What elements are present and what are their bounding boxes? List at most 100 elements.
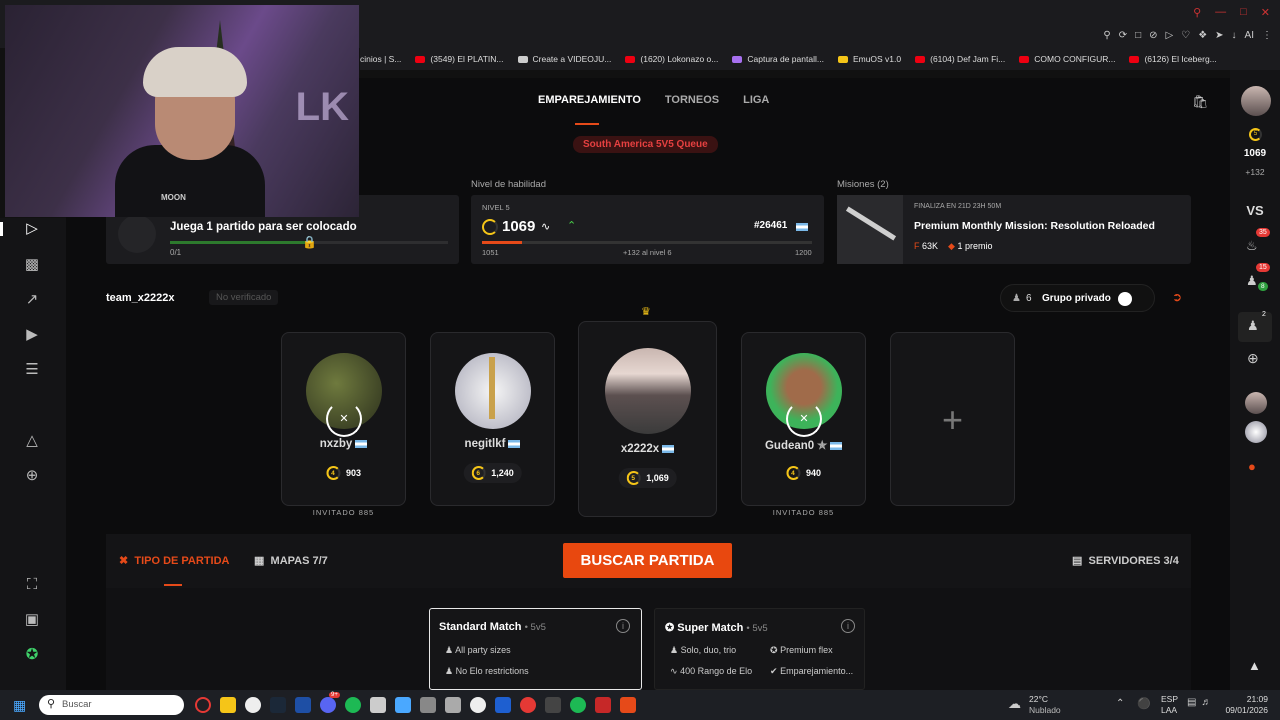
remove-icon[interactable]: ✕ [326,401,362,437]
folder-icon[interactable] [220,697,236,713]
game-icon[interactable] [420,697,436,713]
invite-slot[interactable]: + [890,332,1015,506]
app-icon[interactable] [595,697,611,713]
clock-time[interactable]: 21:09 [1222,694,1268,704]
tabs-icon[interactable]: □ [1135,30,1141,41]
mission-card[interactable]: FINALIZA EN 21D 23H 50M Premium Monthly … [837,195,1191,264]
bookmark[interactable]: Captura de pantall... [732,54,824,64]
video-icon[interactable]: ▶ [22,325,42,345]
menu-icon[interactable]: ⋮ [1262,30,1272,41]
bookmark[interactable]: COMO CONFIGUR... [1019,54,1115,64]
team-name[interactable]: team_x2222x [106,292,175,304]
flag-icon [796,223,808,231]
remove-icon[interactable]: ✕ [786,401,822,437]
windows-start-icon[interactable]: ▦ [13,697,26,714]
player-card[interactable]: negitlkf 6 1,240 [430,332,555,506]
servers-button[interactable]: ▤ SERVIDORES 3/4 [1072,554,1179,567]
bell-icon[interactable]: ♨ [1246,238,1258,254]
obs-icon[interactable] [370,697,386,713]
notes-icon[interactable] [395,697,411,713]
bookmark[interactable]: cinios | S... [360,54,401,64]
bookmark[interactable]: (1620) Lokonazo o... [625,54,718,64]
app-icon[interactable] [520,697,536,713]
super-match-card[interactable]: ✪ Super Match • 5v5 i ♟ Solo, duo, trio … [654,608,865,690]
minimize-icon[interactable]: — [1215,6,1226,19]
play-icon[interactable]: ▷ [1166,30,1174,41]
friend-avatar[interactable] [1245,421,1267,443]
ai-button[interactable]: AI [1245,30,1254,41]
store-icon[interactable]: 🛍 [1192,94,1209,110]
block-icon[interactable]: ⊘ [1149,30,1157,41]
info-icon[interactable]: i [616,619,630,633]
volume-icon[interactable]: ♬ [1201,697,1211,708]
download-icon[interactable]: ↓ [1232,30,1237,41]
chrome-icon[interactable] [245,697,261,713]
search-match-button[interactable]: BUSCAR PARTIDA [563,543,732,578]
bookmark[interactable]: (6104) Def Jam Fi... [915,54,1005,64]
bookmark[interactable]: (6126) El Iceberg... [1129,54,1217,64]
tab-liga[interactable]: LIGA [743,94,769,106]
player-card[interactable]: ✕ nxzby 4 903 [281,332,406,506]
chart-icon[interactable]: ↗ [22,290,42,310]
left-sidebar: ▷ ▩ ↗ ▶ ☰ △ ⊕ ⛶ ▣ ✪ [0,218,66,690]
add-friend-icon[interactable]: ⊕ [1247,350,1259,367]
weather-desc[interactable]: Nublado [1029,705,1061,715]
briefcase-icon[interactable]: ▣ [22,610,42,630]
taskbar-search[interactable]: ⚲ Buscar [39,695,184,715]
language-secondary[interactable]: LAA [1161,705,1177,715]
private-group-toggle[interactable]: ♟ 6 Grupo privado [1000,284,1155,312]
clock-date[interactable]: 09/01/2026 [1222,705,1268,715]
app-icon[interactable] [545,697,561,713]
tab-maps[interactable]: ▦ MAPAS 7/7 [254,554,328,567]
vs-button[interactable]: VS [1230,203,1280,218]
faceit-icon[interactable] [620,697,636,713]
bookmark[interactable]: EmuOS v1.0 [837,54,901,64]
weather-temp[interactable]: 22°C [1029,694,1048,704]
stats-icon[interactable]: ▩ [22,255,42,275]
headset-icon[interactable]: ● [1248,459,1256,474]
spotify-icon[interactable] [570,697,586,713]
app-icon[interactable] [470,697,486,713]
search-icon[interactable]: ⚲ [1193,6,1201,19]
leave-icon[interactable]: ➲ [1172,290,1182,304]
standard-match-card[interactable]: Standard Match • 5v5 i ♟ All party sizes… [429,608,642,690]
friends-icon[interactable]: ♟ [1246,273,1258,289]
premium-icon[interactable]: ✪ [22,645,42,665]
spotify-icon[interactable] [345,697,361,713]
refresh-icon[interactable]: ⟳ [1119,30,1127,41]
avatar[interactable] [1241,86,1271,116]
maximize-icon[interactable]: □ [1240,6,1247,19]
party-button[interactable]: ♟ 2 [1238,311,1272,342]
steam-icon[interactable] [270,697,286,713]
chevron-up-icon[interactable]: ⌃ [1116,698,1124,709]
opera-icon[interactable] [195,697,211,713]
clan-icon[interactable]: △ [22,431,42,451]
discord-icon[interactable]: 9+ [320,692,340,713]
bookmark[interactable]: Create a VIDEOJU... [517,54,611,64]
scan-icon[interactable]: ⛶ [22,575,42,595]
zoom-icon[interactable]: ⚲ [1103,30,1110,41]
tab-torneos[interactable]: TORNEOS [665,94,719,106]
list-icon[interactable]: ☰ [22,360,42,380]
player-card[interactable]: ✕ Gudean0 ✯ 4 940 [741,332,866,506]
faceit-icon[interactable]: ▲ [1248,658,1261,673]
player-card-self[interactable]: x2222x 5 1,069 [578,321,717,517]
add-icon[interactable]: ⊕ [22,466,42,486]
extensions-icon[interactable]: ❖ [1198,30,1207,41]
friend-avatar[interactable] [1245,392,1267,414]
info-icon[interactable]: i [841,619,855,633]
share-icon[interactable]: ➤ [1215,30,1223,41]
play-icon[interactable]: ▷ [22,219,42,239]
car-icon[interactable] [445,697,461,713]
language-primary[interactable]: ESP [1161,694,1178,704]
heart-icon[interactable]: ♡ [1181,30,1190,41]
shield-icon[interactable] [495,697,511,713]
queue-badge[interactable]: South America 5V5 Queue [573,136,718,153]
bookmark[interactable]: (3549) El PLATIN... [415,54,504,64]
mic-icon[interactable]: ⚫ [1137,697,1151,710]
network-icon[interactable]: ▤ [1187,697,1196,708]
close-icon[interactable]: ✕ [1261,6,1270,19]
tab-match-type[interactable]: ✖ TIPO DE PARTIDA [119,554,229,567]
tab-emparejamiento[interactable]: EMPAREJAMIENTO [538,94,641,106]
riot-icon[interactable] [295,697,311,713]
